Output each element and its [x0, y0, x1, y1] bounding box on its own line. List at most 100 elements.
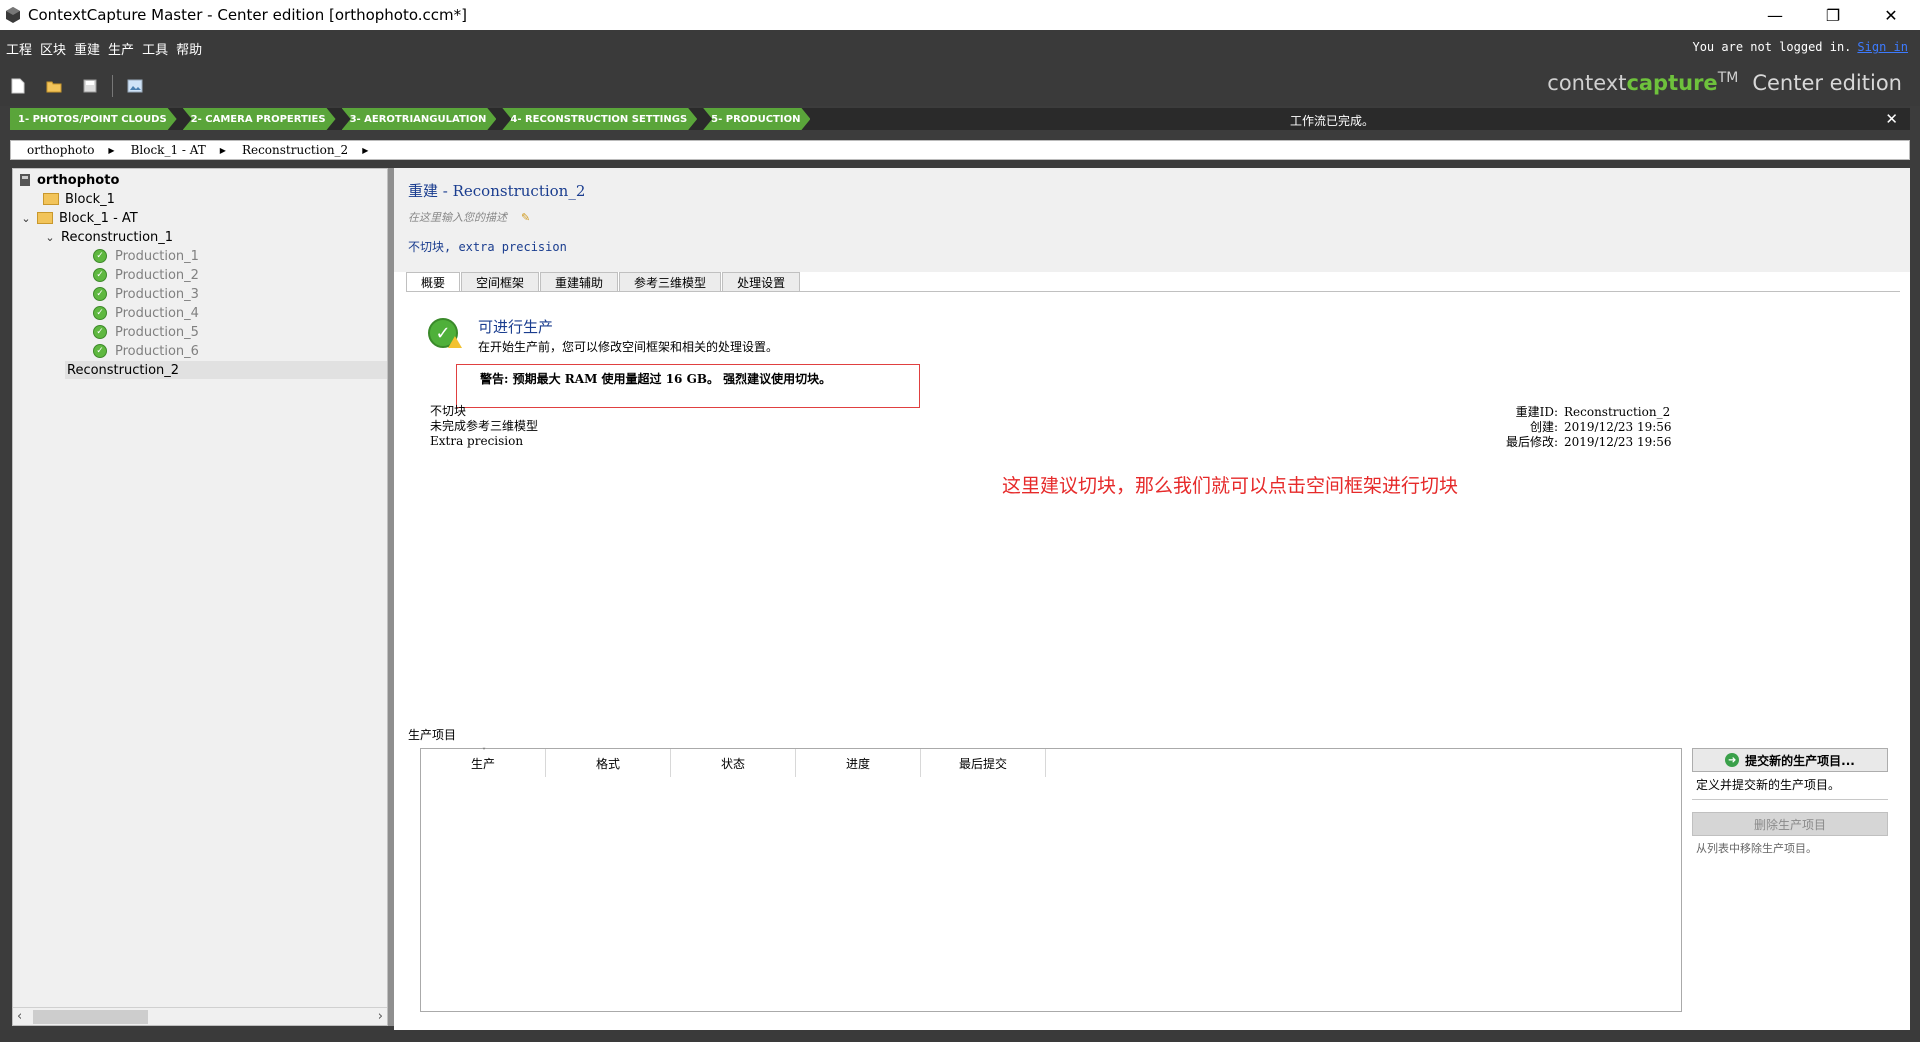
tree-production-label: Production_4	[115, 305, 199, 321]
precision-info: Extra precision	[430, 434, 524, 448]
description-field[interactable]: 在这里输入您的描述 ✎	[408, 209, 530, 225]
expand-chevron-icon[interactable]: ⌄	[43, 231, 57, 244]
check-circle-icon: ✓	[93, 306, 107, 320]
tiling-info: 不切块	[430, 404, 467, 418]
submit-production-button[interactable]: ➜ 提交新的生产项目...	[1692, 748, 1888, 772]
brand-tm: TM	[1717, 70, 1739, 86]
window-controls: — ❐ ✕	[1746, 0, 1920, 30]
check-circle-icon: ✓	[93, 287, 107, 301]
step-photos[interactable]: 1- PHOTOS/POINT CLOUDS	[10, 108, 177, 130]
sign-in-link[interactable]: Sign in	[1857, 40, 1908, 54]
id-value: Reconstruction_2	[1564, 405, 1671, 419]
page-title: 重建 - Reconstruction_2	[408, 182, 586, 200]
warning-triangle-icon	[448, 336, 462, 348]
tree-item-production[interactable]: ✓ Production_2	[93, 266, 199, 284]
breadcrumb-project[interactable]: orthophoto	[27, 143, 94, 157]
column-production-label: 生产	[470, 756, 495, 771]
tree-item-production[interactable]: ✓ Production_3	[93, 285, 199, 303]
delete-production-button[interactable]: 删除生产项目	[1692, 812, 1888, 836]
breadcrumb-arrow-icon: ▶	[108, 145, 115, 155]
save-button[interactable]	[80, 76, 100, 96]
menu-project[interactable]: 工程	[6, 39, 32, 58]
restore-button[interactable]: ❐	[1804, 0, 1862, 30]
tree-horizontal-scrollbar[interactable]: ‹ ›	[13, 1007, 387, 1025]
tree-item-block1-at[interactable]: ⌄ Block_1 - AT	[19, 209, 137, 227]
step-reconstruction-settings[interactable]: 4- RECONSTRUCTION SETTINGS	[502, 108, 697, 130]
created-value: 2019/12/23 19:56	[1564, 420, 1672, 434]
tree-project-label: orthophoto	[37, 172, 120, 188]
menu-production[interactable]: 生产	[108, 39, 134, 58]
close-window-button[interactable]: ✕	[1862, 0, 1920, 30]
open-folder-button[interactable]	[44, 76, 64, 96]
tree-item-block1[interactable]: Block_1	[43, 190, 115, 208]
expand-chevron-icon[interactable]: ⌄	[19, 212, 33, 225]
submit-production-label: 提交新的生产项目...	[1745, 753, 1855, 768]
column-format[interactable]: 格式	[546, 749, 671, 777]
scrollbar-thumb[interactable]	[33, 1010, 148, 1024]
step-production[interactable]: 5- PRODUCTION	[703, 108, 810, 130]
image-viewer-icon	[127, 79, 143, 93]
tab-general[interactable]: 概要	[406, 272, 461, 292]
column-production[interactable]: ˅ 生产	[421, 747, 546, 777]
tree-item-production[interactable]: ✓ Production_1	[93, 247, 199, 265]
tree-item-production[interactable]: ✓ Production_6	[93, 342, 199, 360]
modified-value: 2019/12/23 19:56	[1564, 435, 1672, 449]
submit-production-desc: 定义并提交新的生产项目。	[1696, 778, 1841, 792]
ram-warning: 警告: 预期最大 RAM 使用量超过 16 GB。 强烈建议使用切块。	[480, 372, 832, 386]
reconstruction-header: 重建 - Reconstruction_2 在这里输入您的描述 ✎ 不切块, ex…	[394, 168, 1910, 272]
tree-item-project[interactable]: orthophoto	[19, 171, 119, 189]
bottom-border	[0, 1030, 1920, 1042]
reconstruction-summary: 不切块, extra precision	[408, 240, 567, 254]
menu-reconstruction[interactable]: 重建	[74, 39, 100, 58]
breadcrumb-reconstruction[interactable]: Reconstruction_2	[242, 143, 348, 157]
project-tree: orthophoto Block_1 ⌄ Block_1 - AT ⌄ Reco…	[12, 168, 388, 1026]
pencil-icon[interactable]: ✎	[521, 211, 530, 224]
column-last-submitted[interactable]: 最后提交	[921, 749, 1046, 777]
production-actions: ➜ 提交新的生产项目... 定义并提交新的生产项目。 删除生产项目 从列表中移除…	[1692, 748, 1888, 856]
new-file-button[interactable]	[8, 76, 28, 96]
tab-reference-3d-model[interactable]: 参考三维模型	[619, 272, 722, 292]
add-circle-icon: ➜	[1725, 753, 1740, 767]
project-icon	[20, 174, 30, 186]
login-text: You are not logged in.	[1692, 40, 1852, 54]
minimize-button[interactable]: —	[1746, 0, 1804, 30]
created-label: 创建:	[1529, 420, 1558, 434]
login-status: You are not logged in. Sign in	[1692, 40, 1908, 54]
tree-item-production[interactable]: ✓ Production_5	[93, 323, 199, 341]
ready-description: 在开始生产前，您可以修改空间框架和相关的处理设置。	[478, 340, 779, 354]
menu-block[interactable]: 区块	[40, 39, 66, 58]
annotation-note: 这里建议切块，那么我们就可以点击空间框架进行切块	[1002, 475, 1459, 497]
folder-icon	[43, 193, 59, 205]
tree-item-reconstruction2[interactable]: Reconstruction_2	[65, 361, 387, 379]
production-table[interactable]: ˅ 生产 格式 状态 进度 最后提交	[420, 747, 1682, 1012]
breadcrumb-arrow-icon[interactable]: ▶	[362, 146, 368, 155]
menu-tools[interactable]: 工具	[142, 39, 168, 58]
folder-icon	[37, 212, 53, 224]
tab-processing-settings[interactable]: 处理设置	[722, 272, 801, 292]
breadcrumb-block[interactable]: Block_1 - AT	[131, 143, 206, 157]
tree-item-reconstruction1[interactable]: ⌄ Reconstruction_1	[43, 228, 173, 246]
check-circle-icon: ✓	[93, 325, 107, 339]
close-workflow-icon[interactable]: ✕	[1885, 110, 1898, 128]
tree-block1-label: Block_1	[65, 191, 115, 207]
view-image-button[interactable]	[125, 76, 145, 96]
reconstruction-metadata: 重建ID: Reconstruction_2 创建: 2019/12/23 19:5…	[1494, 405, 1672, 450]
brand-part1: context	[1547, 71, 1627, 95]
tree-production-label: Production_1	[115, 248, 199, 264]
tab-reconstruction-constraints[interactable]: 重建辅助	[540, 272, 619, 292]
menu-help[interactable]: 帮助	[176, 39, 202, 58]
menu-bar: 工程 区块 重建 生产 工具 帮助 You are not logged in.…	[0, 30, 1920, 66]
breadcrumb-arrow-icon: ▶	[219, 145, 226, 155]
window-title: ContextCapture Master - Center edition […	[28, 6, 468, 24]
tree-item-production[interactable]: ✓ Production_4	[93, 304, 199, 322]
ready-title: 可进行生产	[478, 318, 554, 336]
tree-recon2-label: Reconstruction_2	[67, 362, 180, 378]
scroll-left-icon[interactable]: ‹	[17, 1009, 22, 1024]
step-aerotriangulation[interactable]: 3- AEROTRIANGULATION	[342, 108, 497, 130]
scroll-right-icon[interactable]: ›	[378, 1009, 383, 1024]
column-progress[interactable]: 进度	[796, 749, 921, 777]
column-status[interactable]: 状态	[671, 749, 796, 777]
tab-spatial-framework[interactable]: 空间框架	[461, 272, 540, 292]
workflow-status: 工作流已完成。	[1290, 114, 1375, 128]
step-camera-properties[interactable]: 2- CAMERA PROPERTIES	[183, 108, 336, 130]
